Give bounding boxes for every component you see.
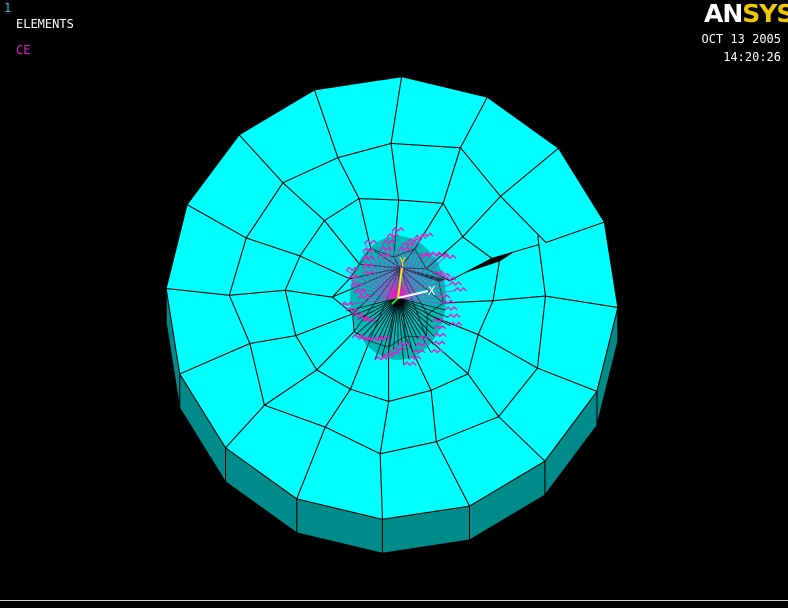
triad-y-label: Y xyxy=(399,255,407,269)
element-mesh-plot[interactable]: Y X xyxy=(0,0,788,600)
triad-x-label: X xyxy=(428,284,436,298)
bottom-divider xyxy=(0,600,788,608)
graphics-viewport[interactable]: 1 ELEMENTS CE ANSYS OCT 13 2005 14:20:26… xyxy=(0,0,788,600)
